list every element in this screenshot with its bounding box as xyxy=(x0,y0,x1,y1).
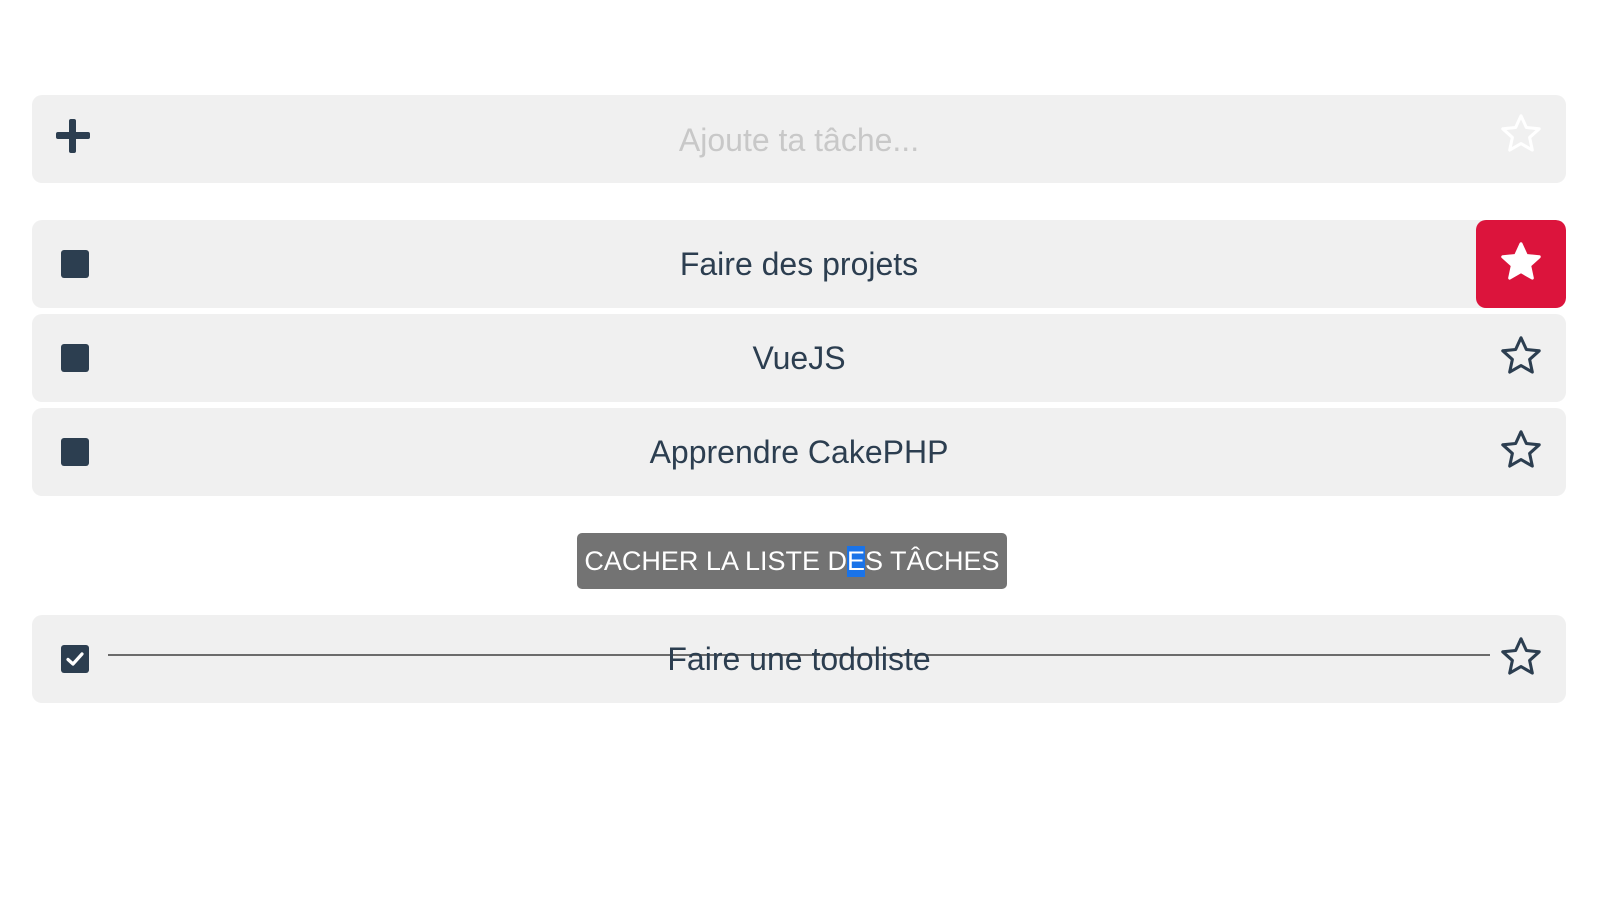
task-row: VueJS xyxy=(32,314,1566,402)
star-outline-icon[interactable] xyxy=(1498,111,1544,157)
star-filled-icon xyxy=(1498,239,1544,290)
task-input[interactable] xyxy=(142,95,1456,183)
add-task-row xyxy=(32,95,1566,183)
favorite-button[interactable] xyxy=(1476,220,1566,308)
star-outline-icon[interactable] xyxy=(1498,333,1544,379)
done-task-label: Faire une todoliste xyxy=(667,640,931,677)
hide-task-list-button[interactable]: CACHER LA LISTE DES TÂCHES xyxy=(577,533,1007,589)
unchecked-checkbox[interactable] xyxy=(61,250,89,278)
task-label: Faire des projets xyxy=(679,245,919,282)
unchecked-checkbox[interactable] xyxy=(61,344,89,372)
star-outline-icon[interactable] xyxy=(1498,634,1544,680)
strikethrough-line xyxy=(108,654,1490,656)
unchecked-checkbox[interactable] xyxy=(61,438,89,466)
button-label-part: CACHER LA LISTE D xyxy=(584,545,847,576)
task-label: Apprendre CakePHP xyxy=(649,433,949,470)
task-label: VueJS xyxy=(752,339,846,376)
task-row: Faire des projets xyxy=(32,220,1566,308)
task-row: Apprendre CakePHP xyxy=(32,408,1566,496)
todo-app: Faire des projets VueJS Apprendre CakePH… xyxy=(0,0,1612,906)
plus-icon[interactable] xyxy=(52,115,94,157)
checked-checkbox[interactable] xyxy=(61,645,89,673)
star-outline-icon[interactable] xyxy=(1498,427,1544,473)
done-task-row: Faire une todoliste xyxy=(32,615,1566,703)
selected-text: E xyxy=(847,545,866,577)
button-label-part: S TÂCHES xyxy=(865,545,1000,576)
